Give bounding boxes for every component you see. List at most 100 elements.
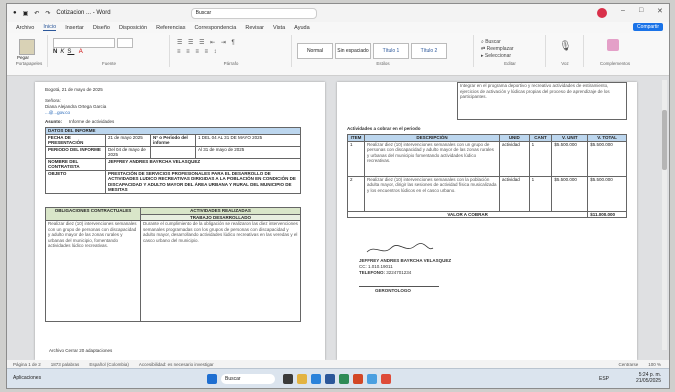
report-table: DATOS DEL INFORME FECHA DE PRESENTACIÓN … [45, 127, 301, 194]
style-heading2[interactable]: Título 2 [411, 43, 447, 59]
signer-phone: 3224701234 [386, 270, 412, 275]
tab-diseno[interactable]: Diseño [93, 25, 110, 31]
continued-table: Integrar en el programa deportivo y recr… [457, 82, 627, 120]
activities-table: OBLIGACIONES CONTRACTUALES ACTIVIDADES R… [45, 207, 301, 322]
close-icon[interactable]: ✕ [657, 7, 663, 15]
salutation-2: Diana Alejandra Ortega Garcia [45, 104, 107, 109]
obligation-cell: Realizar diez (10) intervenciones semana… [45, 220, 141, 322]
row-label: OBJETO [45, 169, 106, 194]
total-value: $11.000.000 [587, 210, 627, 218]
word-icon[interactable] [325, 374, 335, 384]
paragraph-group: ☰ ☰ ☰ ⇤ ⇥ ¶ ≡ ≡ ≡ ≡ ↕ Párrafo [171, 35, 292, 67]
cell-desc: Realizar diez (10) intervenciones semana… [364, 175, 500, 212]
start-icon[interactable] [207, 374, 217, 384]
cell-unid: actividad [499, 140, 530, 177]
page-right: Integrar en el programa deportivo y recr… [337, 82, 637, 360]
cell-desc: Realizar diez (10) intervenciones semana… [364, 140, 500, 177]
scrollbar-thumb[interactable] [662, 110, 667, 170]
file-explorer-icon[interactable] [297, 374, 307, 384]
tab-referencias[interactable]: Referencias [156, 25, 185, 31]
zoom-level[interactable]: 100 % [648, 362, 661, 367]
status-page[interactable]: Página 1 de 2 [13, 362, 41, 367]
email-link[interactable]: ...@...gov.co [45, 110, 70, 116]
activity-cell: Durante el cumplimiento de la obligación… [140, 220, 301, 322]
table-row: 2 Realizar diez (10) intervenciones sema… [347, 175, 627, 212]
continued-text: Integrar en el programa deportivo y recr… [457, 82, 627, 120]
mail-icon[interactable] [367, 374, 377, 384]
title-bar: ● ▣ ↶ ↷ Cotizacion ... - Word Buscar – □… [7, 4, 669, 23]
row-value: PRESTACIÓN DE SERVICIOS PROFESIONALES PA… [105, 169, 301, 194]
format-buttons[interactable]: NKS A [53, 49, 86, 55]
document-area: Bogotá, 21 de mayo de 2025 Señora: Diana… [7, 76, 669, 360]
font-size-select[interactable] [117, 38, 133, 48]
row-label: FECHA DE PRESENTACIÓN [45, 133, 106, 147]
signer-phone-label: TELEFONO: [359, 270, 385, 275]
excel-icon[interactable] [339, 374, 349, 384]
tab-revisar[interactable]: Revisar [245, 25, 264, 31]
tab-inicio[interactable]: Inicio [43, 24, 57, 31]
addins-icon[interactable] [607, 39, 619, 51]
row-label: PERIODO DEL INFORME [45, 145, 106, 159]
date-line: Bogotá, 21 de mayo de 2025 [45, 87, 103, 92]
font-label: Fuente [101, 61, 116, 66]
share-button[interactable]: Compartir [633, 23, 663, 31]
list-icons[interactable]: ☰ ☰ ☰ ⇤ ⇥ ¶ [177, 39, 237, 46]
paragraph-label: Párrafo [223, 61, 239, 66]
editing-group: ⌕ Buscar ⇄ Reemplazar ▸ Seleccionar Editar [475, 35, 546, 67]
language-indicator[interactable]: ESP [599, 376, 609, 382]
align-icons[interactable]: ≡ ≡ ≡ ≡ ↕ [177, 49, 219, 55]
minimize-icon[interactable]: – [621, 7, 625, 14]
taskbar-widget[interactable]: Aplicaciones [13, 375, 41, 381]
redo-icon[interactable]: ↷ [45, 10, 50, 17]
clock[interactable]: 5:24 p. m. 21/05/2025 [636, 372, 661, 384]
row-label2 [150, 145, 196, 159]
save-icon[interactable]: ▣ [23, 10, 29, 17]
avatar[interactable] [597, 8, 607, 18]
voice-group: 🎙 Voz [547, 35, 584, 67]
search-input[interactable]: Buscar [190, 7, 317, 19]
editing-label: Editar [504, 61, 516, 66]
editing-icons[interactable]: ⌕ Buscar ⇄ Reemplazar ▸ Seleccionar [481, 39, 514, 60]
maximize-icon[interactable]: □ [639, 7, 643, 14]
tab-archivo[interactable]: Archivo [16, 25, 34, 31]
cell-unit: $5.500.000 [551, 140, 589, 177]
vertical-scrollbar[interactable] [662, 80, 667, 350]
edge-icon[interactable] [311, 374, 321, 384]
status-language[interactable]: Español (Colombia) [89, 362, 129, 367]
paste-icon[interactable] [19, 39, 35, 55]
subject-text: Informe de actividades [69, 119, 115, 124]
row-value: Del 04 de mayo de 2025 [105, 145, 151, 159]
total-label: VALOR A COBRAR [346, 210, 589, 218]
taskbar-search[interactable]: Buscar [221, 374, 275, 384]
status-words[interactable]: 1873 palabras [51, 362, 80, 367]
window-title: Cotizacion ... - Word [56, 10, 111, 16]
cell-unit: $5.500.000 [551, 175, 589, 212]
status-accessibility[interactable]: Accesibilidad: es necesario investigar [139, 362, 214, 367]
signer-name: JEFFREY ANDRES BAYRCHA VELASQUEZ [359, 258, 452, 263]
style-no-spacing[interactable]: Sin espaciado [335, 43, 371, 59]
font-group: NKS A Fuente [49, 35, 170, 67]
screen-frame: ● ▣ ↶ ↷ Cotizacion ... - Word Buscar – □… [6, 3, 670, 389]
signer-id: CC: 1.010.19011 [359, 264, 393, 269]
table-row: 1 Realizar diez (10) intervenciones sema… [347, 140, 627, 177]
status-focus[interactable]: Centrarse [618, 362, 638, 367]
autosave-toggle[interactable]: ● [13, 10, 17, 16]
font-name-select[interactable] [53, 38, 115, 48]
row-label: NOMBRE DEL CONTRATISTA [45, 157, 106, 171]
style-normal[interactable]: Normal [297, 43, 333, 59]
task-view-icon[interactable] [283, 374, 293, 384]
tab-ayuda[interactable]: Ayuda [294, 25, 310, 31]
tab-disposicion[interactable]: Disposición [119, 25, 147, 31]
tab-vista[interactable]: Vista [273, 25, 285, 31]
cell-cant: 1 [528, 140, 553, 177]
tab-correspondencia[interactable]: Correspondencia [194, 25, 236, 31]
salutation-1: Señora: [45, 98, 61, 103]
chrome-icon[interactable] [381, 374, 391, 384]
tab-insertar[interactable]: Insertar [65, 25, 84, 31]
cell-unid: actividad [499, 175, 530, 212]
style-heading1[interactable]: Título 1 [373, 43, 409, 59]
undo-icon[interactable]: ↶ [34, 10, 39, 17]
powerpoint-icon[interactable] [353, 374, 363, 384]
row-value: 21 de mayo 2025 [105, 133, 151, 147]
microphone-icon[interactable]: 🎙 [559, 41, 572, 52]
